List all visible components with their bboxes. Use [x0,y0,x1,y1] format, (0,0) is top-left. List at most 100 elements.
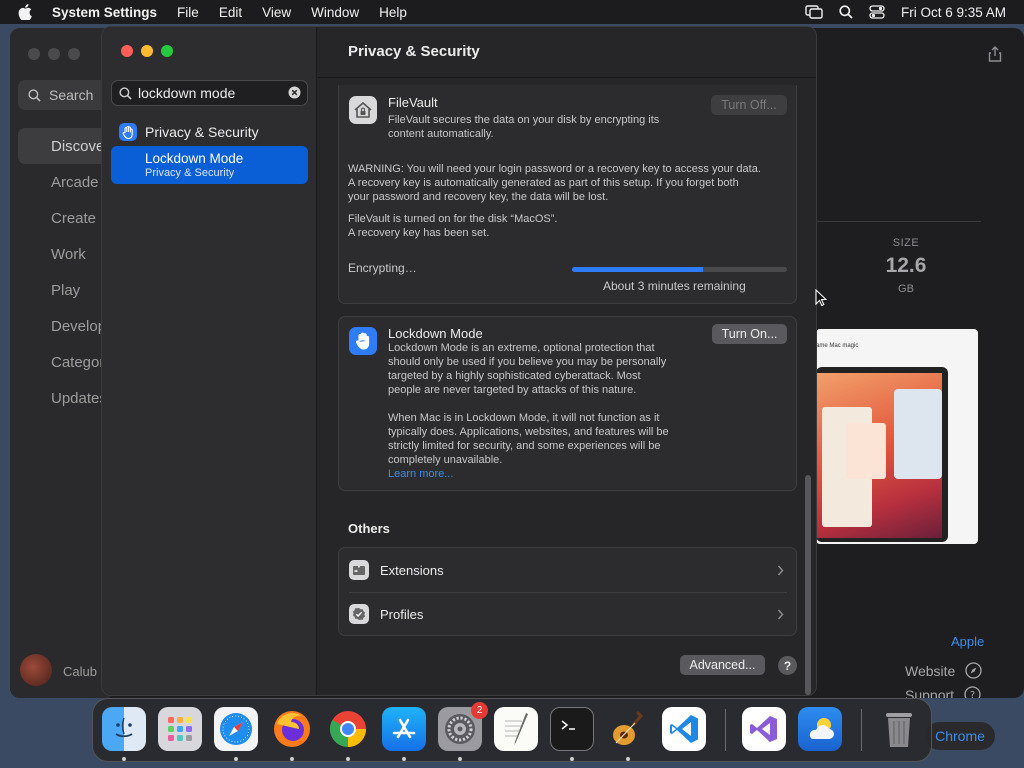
system-settings-icon[interactable]: 2 [438,702,488,751]
developer-link[interactable]: Apple [951,634,984,649]
lockdown-description-line: targeted by a highly sophisticated cyber… [388,370,641,382]
time-remaining: About 3 minutes remaining [603,279,746,293]
others-panel: Extensions Profiles [338,547,797,636]
encryption-progress-bar [572,267,787,272]
minimize-button[interactable] [141,45,153,57]
sidebar-item-label: Lockdown Mode [145,150,244,166]
screen-mirroring-icon[interactable] [805,5,823,19]
running-indicator [626,757,630,761]
share-icon[interactable] [988,46,1002,67]
support-link[interactable]: Support ? [905,686,981,698]
dock-separator [725,709,726,751]
extensions-row[interactable]: Extensions [339,548,796,592]
menu-help[interactable]: Help [379,5,407,20]
help-button[interactable]: ? [778,656,797,675]
search-query: lockdown mode [138,85,236,101]
preview-window [846,423,886,479]
size-unit: GB [898,283,914,295]
sidebar-item-privacy-security[interactable]: Privacy & Security [111,119,308,145]
menu-edit[interactable]: Edit [219,5,242,20]
menu-window[interactable]: Window [311,5,359,20]
search-icon [119,86,132,100]
size-label: SIZE [892,237,920,249]
content-scrollbar[interactable] [805,475,811,695]
sidebar-item-label: Privacy & Security [145,124,259,140]
inactive-zoom-button[interactable] [68,48,80,60]
filevault-panel: FileVault FileVault secures the data on … [338,85,797,304]
chrome-icon[interactable] [326,707,370,751]
filevault-description-line: FileVault secures the data on your disk … [388,114,660,126]
zoom-button[interactable] [161,45,173,57]
turn-on-lockdown-button[interactable]: Turn On... [712,324,787,344]
info-divider [816,221,981,222]
control-center-icon[interactable] [869,5,885,19]
spotlight-search-icon[interactable] [839,5,853,19]
svg-text:?: ? [970,690,975,698]
settings-sidebar: lockdown mode Privacy & Security Lockdow… [102,27,317,695]
encrypting-label: Encrypting… [348,261,417,275]
filevault-status-line: A recovery key has been set. [348,227,490,239]
terminal-icon[interactable] [550,707,594,751]
avatar[interactable] [20,654,52,686]
vscode-icon[interactable] [662,707,706,751]
textedit-icon[interactable] [494,707,538,751]
firefox-icon[interactable] [270,707,314,751]
checkmark-badge-icon [349,604,369,624]
inactive-minimize-button[interactable] [48,48,60,60]
running-indicator [402,757,406,761]
advanced-button[interactable]: Advanced... [680,655,765,675]
lockdown-description-line: should only be used if you believe you m… [388,356,667,368]
app-store-icon[interactable] [382,707,426,751]
safari-icon[interactable] [214,707,258,751]
lockdown-description-line: typically does. Applications, websites, … [388,426,669,438]
menu-app-name[interactable]: System Settings [52,5,157,20]
close-button[interactable] [121,45,133,57]
clear-search-icon[interactable] [288,86,301,102]
compass-icon [965,662,982,679]
menu-file[interactable]: File [177,5,199,20]
trash-icon[interactable] [877,707,921,751]
website-link[interactable]: Website [905,662,982,679]
mouse-pointer-icon [815,288,828,312]
macbook-image [816,367,948,542]
settings-search-input[interactable]: lockdown mode [111,80,308,106]
search-icon [28,88,41,102]
turn-off-filevault-button[interactable]: Turn Off... [711,95,787,115]
menu-clock[interactable]: Fri Oct 6 9:35 AM [901,5,1006,20]
profiles-row[interactable]: Profiles [339,592,796,636]
sidebar-item-lockdown-mode[interactable]: Lockdown Mode Privacy & Security [111,146,308,184]
running-indicator [122,757,126,761]
learn-more-link[interactable]: Learn more... [388,467,453,481]
menu-bar: System Settings File Edit View Window He… [0,0,1024,24]
website-label: Website [905,662,956,679]
lockdown-description-line: completely unavailable. [388,454,503,466]
hand-raised-icon [349,327,377,355]
running-indicator [570,757,574,761]
size-value: 12.6 [885,254,927,277]
others-heading: Others [348,521,390,536]
launchpad-icon[interactable] [158,707,202,751]
chevron-right-icon [777,564,784,579]
account-name[interactable]: Calub [63,664,97,679]
support-label: Support [905,686,955,699]
screenshot-preview[interactable]: ame Mac magic [816,329,978,544]
menu-view[interactable]: View [262,5,291,20]
lockdown-mode-panel: Lockdown Mode Turn On... Lockdown Mode i… [338,316,797,491]
profiles-label: Profiles [380,606,424,622]
puzzle-piece-icon [349,560,369,580]
lockdown-description-line: strictly limited for security, and some … [388,440,661,452]
finder-icon[interactable] [102,707,146,751]
running-indicator [234,757,238,761]
apple-menu-icon[interactable] [18,4,34,20]
garageband-icon[interactable] [606,707,650,751]
visual-studio-icon[interactable] [742,707,786,751]
system-settings-window: lockdown mode Privacy & Security Lockdow… [101,26,817,696]
weather-icon[interactable] [798,707,842,751]
sidebar-item-sublabel: Privacy & Security [145,166,235,179]
app-store-search-label: Search [49,87,94,103]
chrome-button[interactable]: Chrome [925,722,995,750]
filevault-warning-line: A recovery key is automatically generate… [348,177,739,189]
page-title: Privacy & Security [348,43,480,60]
inactive-close-button[interactable] [28,48,40,60]
hand-raised-icon [119,123,137,141]
